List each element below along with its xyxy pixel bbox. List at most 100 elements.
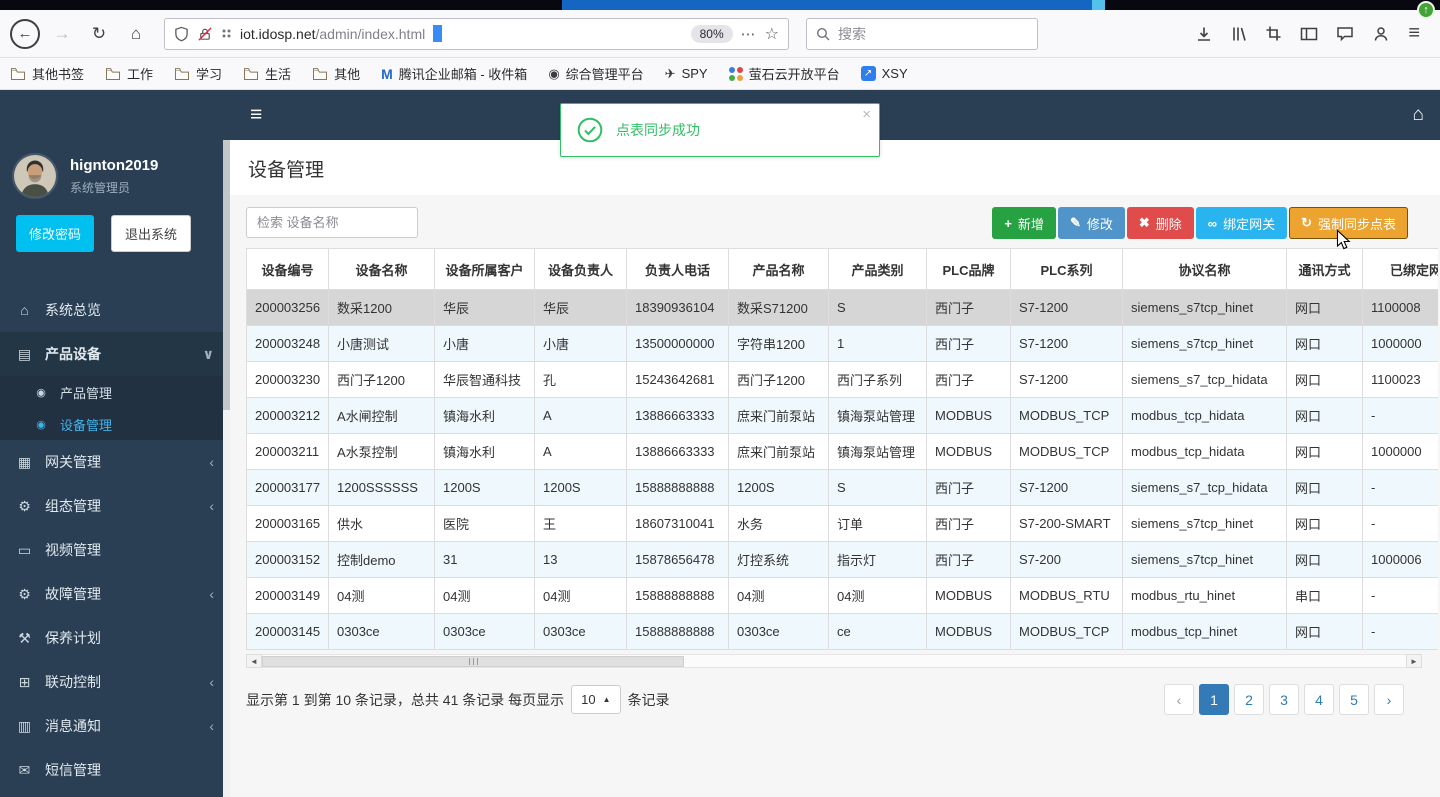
sidebar-item[interactable]: ▦ 网关管理 ‹ bbox=[0, 440, 230, 484]
scroll-left-button[interactable]: ◄ bbox=[246, 654, 262, 668]
sidebar-item[interactable]: ▤ 产品设备 ∨ bbox=[0, 332, 230, 376]
add-button[interactable]: + 新增 bbox=[992, 207, 1056, 239]
download-icon[interactable] bbox=[1195, 25, 1213, 43]
bookmark-item[interactable]: ✈ SPY bbox=[665, 66, 708, 82]
forward-icon: → bbox=[53, 23, 71, 43]
bookmark-item[interactable]: ↗ XSY bbox=[860, 66, 908, 81]
sidebar-item[interactable]: ▭ 视频管理 bbox=[0, 528, 230, 572]
column-header[interactable]: 设备负责人 bbox=[534, 248, 627, 290]
bookmark-item[interactable]: 工作 bbox=[105, 64, 153, 83]
browser-search-bar[interactable] bbox=[806, 17, 1038, 50]
horizontal-scrollbar[interactable]: ◄ ► bbox=[246, 653, 1422, 669]
bookmark-star-button[interactable]: ☆ bbox=[765, 24, 779, 44]
table-row[interactable]: 200003230 西门子1200 华辰智通科技孔 15243642681 西门子120… bbox=[246, 361, 1438, 398]
page-actions-button[interactable]: ⋯ bbox=[741, 25, 757, 43]
cell: siemens_s7tcp_hinet bbox=[1122, 505, 1287, 542]
page-button[interactable]: 3 bbox=[1269, 684, 1299, 715]
table-row[interactable]: 200003152 控制demo 31 13 15878656478 灯控系统 指示灯 西门子… bbox=[246, 541, 1438, 578]
account-icon[interactable] bbox=[1372, 25, 1390, 43]
scrollbar-track[interactable] bbox=[262, 654, 1406, 668]
column-header[interactable]: 协议名称 bbox=[1122, 248, 1287, 290]
column-header[interactable]: 设备所属客户 bbox=[434, 248, 535, 290]
shield-icon[interactable] bbox=[174, 26, 189, 42]
sidebar-toggle-button[interactable]: ≡ bbox=[250, 103, 262, 127]
column-header[interactable]: PLC品牌 bbox=[926, 248, 1011, 290]
reload-button[interactable]: ↻ bbox=[84, 19, 114, 49]
bookmark-item[interactable]: M 腾讯企业邮箱 - 收件箱 bbox=[381, 64, 527, 83]
toolbar-right-icons: ≡ bbox=[1195, 22, 1430, 45]
library-icon[interactable] bbox=[1231, 25, 1247, 43]
scrollbar-thumb[interactable] bbox=[262, 656, 684, 667]
device-search-input[interactable] bbox=[246, 207, 418, 238]
url-bar[interactable]: iot.idosp.net/admin/index.html 80% ⋯ ☆ bbox=[164, 17, 789, 50]
sidebar-item[interactable]: ◉ 设备管理 bbox=[0, 408, 230, 440]
table-row[interactable]: 200003248 小唐测试 小唐 小唐 13500000000 字符串1200 1 西门子 S… bbox=[246, 325, 1438, 362]
sidebar-item[interactable]: ▥ 消息通知 ‹ bbox=[0, 704, 230, 748]
insecure-lock-icon[interactable] bbox=[197, 26, 213, 42]
column-header[interactable]: 通讯方式 bbox=[1286, 248, 1363, 290]
bookmark-label: XSY bbox=[881, 66, 908, 81]
sidebar-scrollbar-thumb[interactable] bbox=[223, 140, 230, 410]
page-size-select[interactable]: 10 ▲ bbox=[571, 685, 621, 714]
sidebar-item[interactable]: ⌂ 系统总览 bbox=[0, 288, 230, 332]
sidebar-item-label: 短信管理 bbox=[45, 762, 101, 778]
sidebar-item[interactable]: ⚙ 故障管理 ‹ bbox=[0, 572, 230, 616]
sidebar-item[interactable]: ⚙ 组态管理 ‹ bbox=[0, 484, 230, 528]
table-row[interactable]: 200003211 A水泵控制 镇海水利 A 13886663333 庶来门前泵站 镇海泵站… bbox=[246, 433, 1438, 470]
cell: 04测 bbox=[828, 577, 927, 614]
screenshot-icon[interactable] bbox=[1265, 25, 1282, 42]
table-row[interactable]: 200003149 04测 04测 04测 15888888888 04测 04测 MODBU… bbox=[246, 577, 1438, 614]
column-header[interactable]: 已绑定网关 bbox=[1362, 248, 1438, 290]
column-header[interactable]: 产品名称 bbox=[728, 248, 829, 290]
table-row[interactable]: 200003145 0303ce 0303ce 0303ce 15888888888 03… bbox=[246, 613, 1438, 650]
bookmark-item[interactable]: 其他书签 bbox=[10, 64, 84, 83]
table-row[interactable]: 200003177 1200SSSSSS 1200S 1200S 15888888888… bbox=[246, 469, 1438, 506]
bookmark-item[interactable]: 萤石云开放平台 bbox=[728, 64, 840, 83]
page-next-button[interactable]: › bbox=[1374, 684, 1404, 715]
permissions-icon[interactable] bbox=[221, 28, 232, 39]
cell: 网口 bbox=[1286, 361, 1363, 398]
column-header[interactable]: 负责人电话 bbox=[626, 248, 729, 290]
table-row[interactable]: 200003165 供水 医院王 18607310041 水务 订单 西门子 S7-200-S… bbox=[246, 505, 1438, 542]
bookmark-item[interactable]: ◉ 综合管理平台 bbox=[548, 64, 643, 83]
table-row[interactable]: 200003212 A水闸控制 镇海水利 A 13886663333 庶来门前泵站 镇海泵站… bbox=[246, 397, 1438, 434]
bookmark-item[interactable]: 生活 bbox=[243, 64, 291, 83]
back-button[interactable]: ← bbox=[10, 18, 40, 49]
sidebar-scrollbar[interactable] bbox=[223, 140, 230, 797]
page-prev-button[interactable]: ‹ bbox=[1164, 684, 1194, 715]
message-bubble-icon[interactable] bbox=[1336, 25, 1354, 42]
cell: 控制demo bbox=[328, 541, 435, 578]
update-badge-icon[interactable]: ↑ bbox=[1417, 1, 1435, 19]
sidebar-item[interactable]: ◉ 产品管理 bbox=[0, 376, 230, 408]
arrow-square-favicon: ↗ bbox=[860, 66, 876, 81]
bind-gateway-button[interactable]: ∞ 绑定网关 bbox=[1195, 207, 1288, 239]
page-button[interactable]: 4 bbox=[1304, 684, 1334, 715]
browser-home-button[interactable]: ⌂ bbox=[121, 19, 151, 49]
column-header[interactable]: 设备编号 bbox=[246, 248, 329, 290]
column-header[interactable]: PLC系列 bbox=[1010, 248, 1123, 290]
column-header[interactable]: 设备名称 bbox=[328, 248, 435, 290]
sidebars-icon[interactable] bbox=[1300, 26, 1318, 42]
app-home-button[interactable]: ⌂ bbox=[1413, 104, 1424, 126]
sidebar-item[interactable]: ⚒ 保养计划 bbox=[0, 616, 230, 660]
page-button[interactable]: 1 bbox=[1199, 684, 1229, 715]
page-button[interactable]: 2 bbox=[1234, 684, 1264, 715]
column-header[interactable]: 产品类别 bbox=[828, 248, 927, 290]
table-row[interactable]: 200003256 数采1200 华辰 华辰 18390936104 数采S71200 S 西… bbox=[246, 289, 1438, 326]
page-button[interactable]: 5 bbox=[1339, 684, 1369, 715]
zoom-indicator[interactable]: 80% bbox=[690, 24, 733, 43]
forward-button[interactable]: → bbox=[47, 19, 77, 49]
bookmark-item[interactable]: 其他 bbox=[312, 64, 360, 83]
logout-button[interactable]: 退出系统 bbox=[111, 215, 192, 252]
toast-close-button[interactable]: × bbox=[862, 106, 871, 123]
change-password-button[interactable]: 修改密码 bbox=[16, 215, 95, 252]
delete-button[interactable]: ✖ 删除 bbox=[1126, 207, 1194, 239]
browser-menu-button[interactable]: ≡ bbox=[1408, 22, 1420, 45]
edit-button[interactable]: ✎ 修改 bbox=[1057, 207, 1125, 239]
sidebar-item[interactable]: ✉ 短信管理 bbox=[0, 748, 230, 792]
folder-icon bbox=[10, 67, 26, 81]
bookmark-item[interactable]: 学习 bbox=[174, 64, 222, 83]
scroll-right-button[interactable]: ► bbox=[1406, 654, 1422, 668]
browser-search-input[interactable] bbox=[838, 25, 1028, 42]
sidebar-item[interactable]: ⊞ 联动控制 ‹ bbox=[0, 660, 230, 704]
